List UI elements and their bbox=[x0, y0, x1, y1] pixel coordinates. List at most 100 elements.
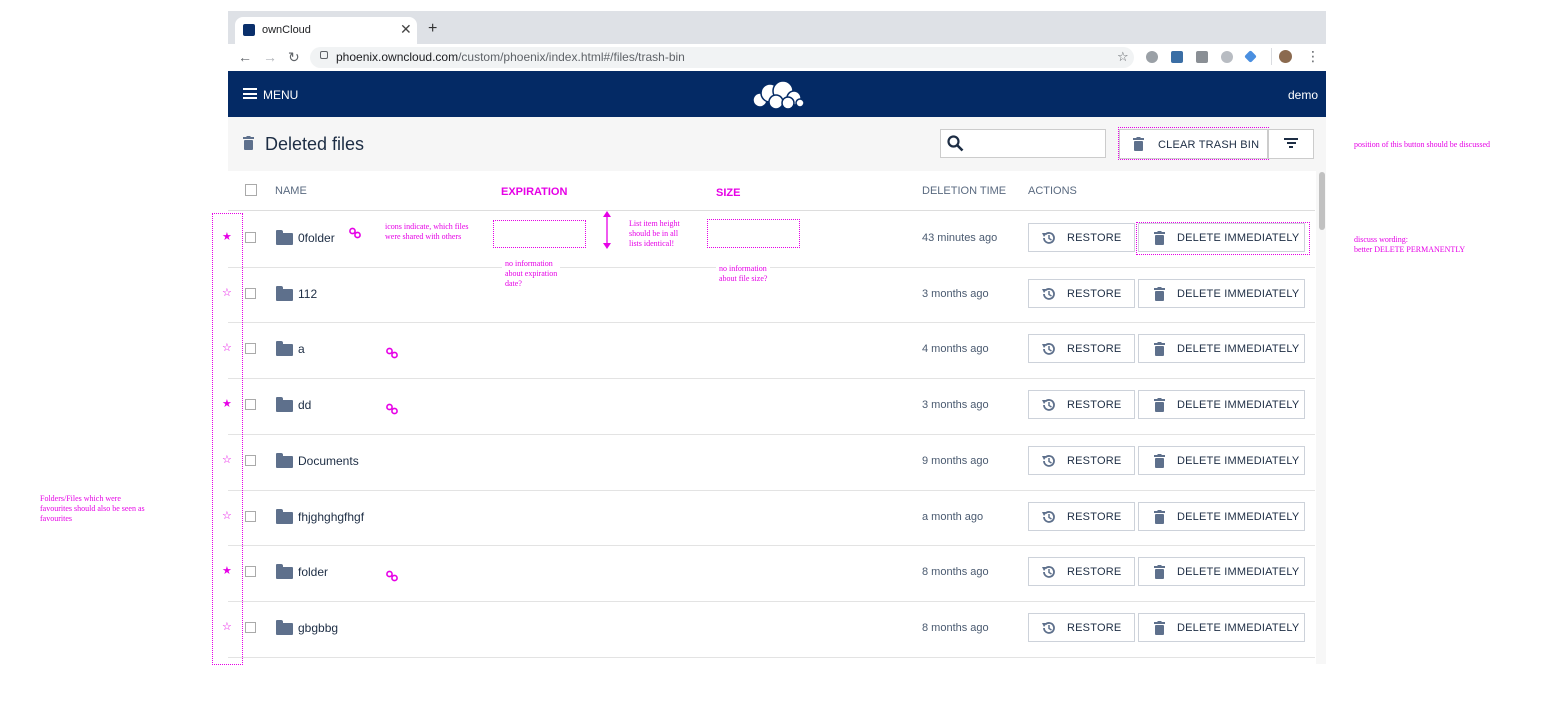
note-shared-line2: were shared with others bbox=[385, 232, 462, 241]
restore-icon bbox=[1041, 286, 1057, 307]
note-fav-line3: favourites bbox=[40, 514, 72, 523]
browser-menu-icon[interactable]: ⋮ bbox=[1306, 48, 1320, 65]
restore-label: RESTORE bbox=[1067, 510, 1122, 523]
row-divider bbox=[228, 267, 1315, 268]
column-header-deletion-time[interactable]: DELETION TIME bbox=[922, 185, 1006, 197]
folder-icon bbox=[276, 619, 293, 635]
reload-icon[interactable]: ↻ bbox=[288, 49, 300, 66]
column-header-expiration: EXPIRATION bbox=[501, 186, 568, 198]
restore-icon bbox=[1041, 397, 1057, 418]
extension-g-icon[interactable] bbox=[1196, 51, 1208, 63]
file-name[interactable]: folder bbox=[298, 565, 328, 579]
scrollbar-track[interactable] bbox=[1316, 170, 1326, 664]
row-divider bbox=[228, 434, 1315, 435]
select-all-checkbox[interactable] bbox=[245, 184, 257, 196]
annotation-box-clear-button bbox=[1118, 127, 1269, 160]
menu-label[interactable]: MENU bbox=[263, 88, 298, 102]
user-menu[interactable]: demo bbox=[1288, 88, 1318, 102]
restore-label: RESTORE bbox=[1067, 287, 1122, 300]
bookmark-star-icon[interactable]: ☆ bbox=[1117, 49, 1129, 65]
row-checkbox[interactable] bbox=[245, 454, 256, 466]
row-checkbox[interactable] bbox=[245, 399, 256, 411]
note-button-position: position of this button should be discus… bbox=[1354, 140, 1490, 149]
new-tab-icon[interactable]: + bbox=[428, 20, 437, 38]
note-wording-line2: better DELETE PERMANENTLY bbox=[1354, 245, 1466, 254]
file-name[interactable]: fhjghghgfhgf bbox=[298, 510, 364, 524]
row-divider bbox=[228, 322, 1315, 323]
avatar[interactable] bbox=[1279, 50, 1292, 63]
filter-icon bbox=[1284, 138, 1298, 148]
profile-extension-icon[interactable] bbox=[1146, 51, 1158, 63]
trash-icon bbox=[1154, 509, 1165, 529]
note-exp-line1: no information bbox=[505, 259, 553, 268]
extension-icon[interactable] bbox=[1171, 51, 1183, 63]
row-divider bbox=[228, 601, 1315, 602]
note-height-line2: should be in all bbox=[629, 229, 679, 238]
trash-icon bbox=[1154, 398, 1165, 417]
row-checkbox[interactable] bbox=[245, 287, 256, 299]
back-icon[interactable]: ← bbox=[238, 49, 252, 65]
delete-label: DELETE IMMEDIATELY bbox=[1177, 287, 1300, 300]
url-text[interactable]: phoenix.owncloud.com/custom/phoenix/inde… bbox=[336, 50, 685, 64]
row-height-arrow-icon bbox=[603, 211, 611, 249]
close-tab-icon[interactable]: ✕ bbox=[400, 21, 412, 38]
row-checkbox[interactable] bbox=[245, 343, 256, 355]
restore-icon bbox=[1041, 509, 1057, 530]
deletion-time: 8 months ago bbox=[922, 621, 989, 634]
restore-label: RESTORE bbox=[1067, 399, 1122, 412]
file-name[interactable]: Documents bbox=[298, 454, 359, 468]
restore-icon bbox=[1041, 620, 1057, 641]
row-divider bbox=[228, 490, 1315, 491]
search-input[interactable] bbox=[940, 129, 1106, 158]
lock-icon bbox=[320, 51, 328, 59]
column-header-name[interactable]: NAME bbox=[275, 185, 307, 197]
column-header-size: SIZE bbox=[716, 187, 741, 199]
hamburger-menu-icon[interactable] bbox=[243, 88, 257, 99]
url-path: /custom/phoenix/index.html#/files/trash-… bbox=[458, 50, 685, 64]
column-header-actions: ACTIONS bbox=[1028, 185, 1077, 197]
file-name[interactable]: gbgbbg bbox=[298, 621, 338, 635]
annotation-box-size bbox=[707, 219, 800, 248]
folder-icon bbox=[276, 341, 293, 357]
note-size-line2: about file size? bbox=[719, 274, 768, 283]
row-checkbox[interactable] bbox=[245, 566, 256, 578]
trash-icon bbox=[243, 136, 254, 150]
deletion-time: 4 months ago bbox=[922, 343, 989, 356]
extension-chat-icon[interactable] bbox=[1221, 51, 1233, 63]
trash-icon bbox=[1154, 620, 1165, 640]
note-expiration: no information about expiration date? bbox=[502, 259, 561, 289]
row-divider bbox=[228, 545, 1315, 546]
file-name[interactable]: a bbox=[298, 342, 305, 356]
restore-icon bbox=[1041, 453, 1057, 474]
note-fav-line1: Folders/Files which were bbox=[40, 494, 121, 503]
forward-icon[interactable]: → bbox=[263, 49, 277, 65]
annotation-box-delete bbox=[1136, 222, 1310, 255]
file-name[interactable]: 112 bbox=[298, 287, 317, 301]
restore-icon bbox=[1041, 564, 1057, 585]
shared-link-icon bbox=[386, 347, 398, 362]
file-name[interactable]: 0folder bbox=[298, 231, 335, 245]
restore-label: RESTORE bbox=[1067, 343, 1122, 356]
restore-label: RESTORE bbox=[1067, 566, 1122, 579]
url-domain: phoenix.owncloud.com bbox=[336, 50, 459, 64]
note-height-line3: lists identical! bbox=[629, 239, 675, 248]
row-checkbox[interactable] bbox=[245, 621, 256, 633]
folder-icon bbox=[276, 397, 293, 413]
row-checkbox[interactable] bbox=[245, 510, 256, 522]
row-checkbox[interactable] bbox=[245, 232, 256, 243]
note-shared-icons: icons indicate, which files were shared … bbox=[385, 222, 469, 242]
file-name[interactable]: dd bbox=[298, 398, 311, 412]
scrollbar-thumb[interactable] bbox=[1319, 172, 1325, 230]
delete-label: DELETE IMMEDIATELY bbox=[1177, 510, 1300, 523]
restore-label: RESTORE bbox=[1067, 621, 1122, 634]
deletion-time: 3 months ago bbox=[922, 399, 989, 412]
note-wording: discuss wording: better DELETE PERMANENT… bbox=[1354, 235, 1465, 255]
trash-icon bbox=[1154, 342, 1165, 361]
annotation-box-favorites bbox=[212, 213, 243, 665]
delete-label: DELETE IMMEDIATELY bbox=[1177, 343, 1300, 356]
shared-link-icon bbox=[349, 227, 361, 242]
folder-icon bbox=[276, 285, 293, 301]
restore-icon bbox=[1041, 230, 1057, 251]
folder-icon bbox=[276, 508, 293, 524]
folder-icon bbox=[276, 452, 293, 468]
